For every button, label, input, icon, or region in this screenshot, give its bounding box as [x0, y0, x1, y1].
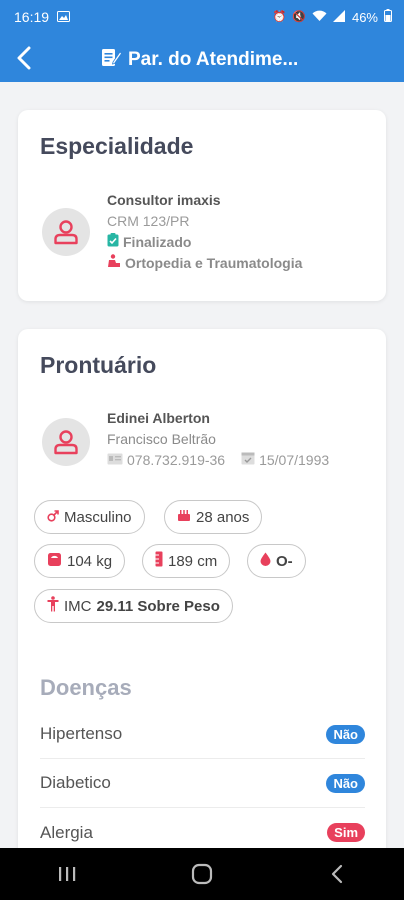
edit-document-icon [100, 46, 123, 74]
disease-label: Diabetico [40, 773, 111, 792]
page-title-text: Par. do Atendime... [128, 49, 299, 70]
height-chip: 189 cm [142, 544, 231, 578]
home-button[interactable] [182, 854, 222, 894]
specialty-name: Ortopedia e Traumatologia [125, 255, 303, 271]
patient-cpf: 078.732.919-36 [127, 452, 226, 468]
sex-value: Masculino [64, 508, 132, 526]
age-value: 28 anos [196, 508, 250, 526]
specialty-title: Especialidade [40, 133, 194, 159]
mute-icon: 🔇 [292, 10, 306, 23]
medical-record-card: Prontuário Edinei Alberton Francisco Bel… [18, 329, 386, 869]
patient-city: Francisco Beltrão [107, 431, 216, 447]
imc-value: 29.11 Sobre Peso [96, 597, 220, 615]
weight-value: 104 kg [67, 552, 113, 570]
disease-badge: Não [326, 773, 365, 793]
disease-badge: Não [326, 724, 365, 744]
recent-apps-icon [59, 867, 76, 881]
person-icon [54, 220, 78, 245]
scale-icon [47, 552, 62, 571]
age-chip: 28 anos [164, 500, 263, 534]
blood-drop-icon [260, 552, 271, 570]
patient-birth-date: 15/07/1993 [259, 452, 330, 468]
imc-label: IMC [64, 597, 92, 615]
gallery-icon [57, 9, 71, 25]
record-title: Prontuário [40, 352, 157, 378]
height-value: 189 cm [168, 552, 218, 570]
diseases-title: Doenças [40, 675, 132, 700]
back-button[interactable] [10, 44, 38, 72]
status-bar: 16:19 ⏰ 🔇 46% [0, 0, 404, 34]
imc-chip: IMC 29.11 Sobre Peso [34, 589, 233, 623]
back-icon [331, 864, 342, 884]
blood-type-value: O- [276, 552, 293, 570]
consult-status: Finalizado [123, 234, 192, 250]
doctor-info: Consultor imaxis CRM 123/PR Finalizado O… [107, 190, 302, 274]
recent-apps-button[interactable] [47, 854, 87, 894]
ruler-icon [155, 551, 163, 571]
calendar-icon [241, 450, 255, 471]
app-bar: Par. do Atendime... [0, 34, 404, 82]
chevron-left-icon [17, 46, 31, 70]
list-item: Diabetico Não [40, 759, 365, 808]
wifi-icon [312, 10, 327, 25]
id-card-icon [107, 450, 123, 471]
alarm-icon: ⏰ [272, 10, 287, 23]
cake-icon [177, 508, 191, 526]
list-item: Hipertenso Não [40, 710, 365, 759]
specialty-card: Especialidade Consultor imaxis CRM 123/P… [18, 110, 386, 301]
system-nav-bar [0, 848, 404, 900]
sex-chip: Masculino [34, 500, 145, 534]
body-icon [47, 596, 59, 616]
doctor-name: Consultor imaxis [107, 192, 221, 208]
battery-icon [384, 9, 392, 25]
disease-label: Hipertenso [40, 724, 123, 743]
home-icon [191, 863, 213, 885]
disease-badge: Sim [327, 823, 365, 842]
male-icon [47, 509, 59, 526]
patient-name: Edinei Alberton [107, 410, 210, 426]
doctor-crm: CRM 123/PR [107, 213, 190, 229]
patient-avatar [42, 418, 90, 466]
doctor-avatar [42, 208, 90, 256]
disease-label: Alergia [40, 822, 93, 842]
person-icon [54, 430, 78, 455]
weight-chip: 104 kg [34, 544, 126, 578]
signal-icon [332, 9, 346, 25]
orthopedics-icon [107, 253, 121, 274]
clipboard-check-icon [107, 232, 119, 253]
status-time: 16:19 [14, 9, 50, 25]
system-back-button[interactable] [317, 854, 357, 894]
battery-percent: 46% [351, 9, 378, 25]
patient-info: Edinei Alberton Francisco Beltrão 078.73… [107, 408, 329, 471]
page-title: Par. do Atendime... [100, 46, 298, 74]
blood-type-chip: O- [247, 544, 306, 578]
